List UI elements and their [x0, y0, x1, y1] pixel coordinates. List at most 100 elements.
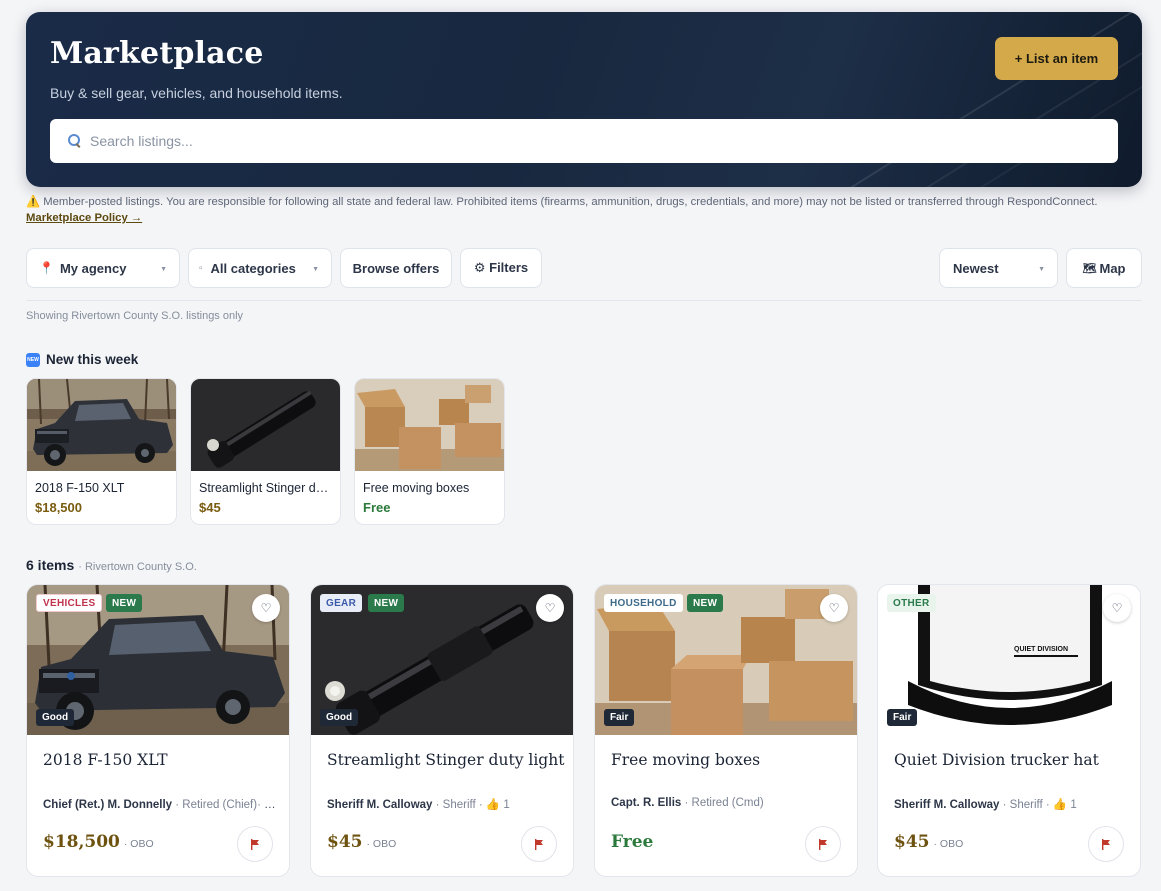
- category-badge: VEHICLES: [36, 594, 103, 612]
- category-select[interactable]: ▫ All categories ▼: [188, 248, 332, 288]
- seller-info: Capt. R. Ellis · Retired (Cmd): [611, 797, 847, 809]
- condition-badge: Fair: [887, 709, 918, 726]
- report-flag-button[interactable]: [521, 826, 557, 862]
- sort-select[interactable]: Newest ▼: [939, 248, 1058, 288]
- page-title: Marketplace: [50, 36, 264, 71]
- listing-title: Free moving boxes: [611, 751, 761, 769]
- new-this-week-heading: NEW New this week: [26, 352, 138, 367]
- flag-icon: [819, 838, 827, 850]
- search-placeholder: Search listings...: [90, 133, 193, 149]
- new-badge: NEW: [368, 594, 405, 612]
- results-count: 6 items · Rivertown County S.O.: [26, 557, 197, 573]
- heart-icon[interactable]: ♡: [252, 594, 280, 622]
- pin-icon: 📍: [39, 261, 54, 275]
- heart-icon[interactable]: ♡: [536, 594, 564, 622]
- search-input[interactable]: Search listings...: [50, 119, 1118, 163]
- page-subtitle: Buy & sell gear, vehicles, and household…: [50, 85, 343, 101]
- chevron-down-icon: ▼: [312, 266, 319, 273]
- seller-info: Chief (Ret.) M. Donnelly · Retired (Chie…: [43, 797, 279, 811]
- heart-icon[interactable]: ♡: [1103, 594, 1131, 622]
- flag-icon: [535, 838, 543, 850]
- chevron-down-icon: ▼: [160, 266, 167, 273]
- hero-banner: Marketplace Buy & sell gear, vehicles, a…: [26, 12, 1142, 187]
- obo-label: · OBO: [933, 838, 964, 850]
- flag-icon: [251, 838, 259, 850]
- listing-price: $45 · OBO: [327, 832, 396, 852]
- seller-role: · Retired (Cmd): [684, 797, 764, 809]
- listing-price: $18,500 · OBO: [43, 832, 154, 852]
- price-value: $45: [894, 832, 930, 852]
- results-scope: · Rivertown County S.O.: [78, 561, 197, 573]
- category-badge: OTHER: [887, 594, 936, 612]
- new-badge: NEW: [687, 594, 724, 612]
- listing-price: $18,500: [35, 500, 82, 515]
- listing-title: Streamlight Stinger duty light: [327, 751, 565, 769]
- divider: [26, 300, 1142, 301]
- heart-icon[interactable]: ♡: [820, 594, 848, 622]
- report-flag-button[interactable]: [1088, 826, 1124, 862]
- obo-label: · OBO: [123, 838, 154, 850]
- policy-notice: ⚠️ Member-posted listings. You are respo…: [26, 194, 1116, 226]
- seller-role: · Sheriff · 👍 1: [435, 799, 510, 811]
- map-button-label: Map: [1099, 260, 1126, 276]
- boxes-photo: [355, 379, 504, 471]
- price-value: $45: [327, 832, 363, 852]
- flashlight-photo: [191, 379, 340, 471]
- seller-info: Sheriff M. Calloway · Sheriff · 👍 1: [327, 797, 563, 811]
- listing-title: Streamlight Stinger duty light: [199, 481, 335, 495]
- sort-select-label: Newest: [953, 260, 999, 276]
- seller-name: Capt. R. Ellis: [611, 797, 682, 809]
- listing-title: Free moving boxes: [363, 481, 470, 495]
- new-icon: NEW: [26, 352, 40, 367]
- seller-role: · Sheriff · 👍 1: [1002, 799, 1077, 811]
- listing-title: 2018 F-150 XLT: [35, 481, 125, 495]
- agency-select-label: My agency: [59, 260, 127, 276]
- listing-price: $45: [199, 500, 221, 515]
- price-value: Free: [611, 832, 654, 852]
- results-count-label: 6 items: [26, 557, 75, 573]
- seller-name: Sheriff M. Calloway: [327, 799, 433, 811]
- notice-text: Member-posted listings. You are responsi…: [43, 196, 1098, 208]
- category-badge: GEAR: [320, 594, 363, 612]
- listing-card[interactable]: QUIET DIVISION OTHER Fair ♡ Quiet Divisi…: [877, 584, 1141, 877]
- seller-info: Sheriff M. Calloway · Sheriff · 👍 1: [894, 797, 1130, 811]
- list-item-button[interactable]: + List an item: [995, 37, 1118, 80]
- seller-name: Chief (Ret.) M. Donnelly: [43, 799, 173, 811]
- new-listing-card[interactable]: 2018 F-150 XLT $18,500: [26, 378, 177, 525]
- flag-icon: [1102, 838, 1110, 850]
- filters-button[interactable]: ⚙ Filters: [460, 248, 542, 288]
- warning-icon: ⚠️: [26, 196, 41, 208]
- listing-card[interactable]: VEHICLES NEW Good ♡ 2018 F-150 XLT Chief…: [26, 584, 290, 877]
- listing-price: Free: [363, 500, 391, 515]
- category-icon: ▫: [199, 262, 203, 274]
- chevron-down-icon: ▼: [1038, 266, 1045, 273]
- new-listing-card[interactable]: Streamlight Stinger duty light $45: [190, 378, 341, 525]
- listing-card[interactable]: HOUSEHOLD NEW Fair ♡ Free moving boxes C…: [594, 584, 858, 877]
- listing-card[interactable]: GEAR NEW Good ♡ Streamlight Stinger duty…: [310, 584, 574, 877]
- category-select-label: All categories: [210, 260, 296, 276]
- condition-badge: Fair: [604, 709, 635, 726]
- new-this-week-title: New this week: [46, 352, 139, 367]
- new-badge: NEW: [106, 594, 143, 612]
- seller-role: · Retired (Chief)· 👍 1: [175, 799, 279, 811]
- report-flag-button[interactable]: [237, 826, 273, 862]
- obo-label: · OBO: [366, 838, 397, 850]
- listing-title: 2018 F-150 XLT: [43, 751, 168, 769]
- condition-badge: Good: [36, 709, 75, 726]
- browse-offers-button[interactable]: Browse offers: [340, 248, 452, 288]
- listing-price: Free: [611, 832, 653, 852]
- new-listing-card[interactable]: Free moving boxes Free: [354, 378, 505, 525]
- report-flag-button[interactable]: [805, 826, 841, 862]
- price-value: $18,500: [43, 832, 120, 852]
- truck-photo: [27, 379, 176, 471]
- condition-badge: Good: [320, 709, 359, 726]
- seller-name: Sheriff M. Calloway: [894, 799, 1000, 811]
- agency-select[interactable]: 📍 My agency ▼: [26, 248, 180, 288]
- search-icon: [68, 134, 82, 148]
- listing-title: Quiet Division trucker hat: [894, 751, 1099, 769]
- marketplace-policy-link[interactable]: Marketplace Policy →: [26, 212, 142, 224]
- category-badge: HOUSEHOLD: [604, 594, 683, 612]
- hat-logo-text: QUIET DIVISION: [1014, 646, 1068, 653]
- showing-scope-text: Showing Rivertown County S.O. listings o…: [26, 310, 244, 322]
- map-button[interactable]: 🗺 Map: [1066, 248, 1142, 288]
